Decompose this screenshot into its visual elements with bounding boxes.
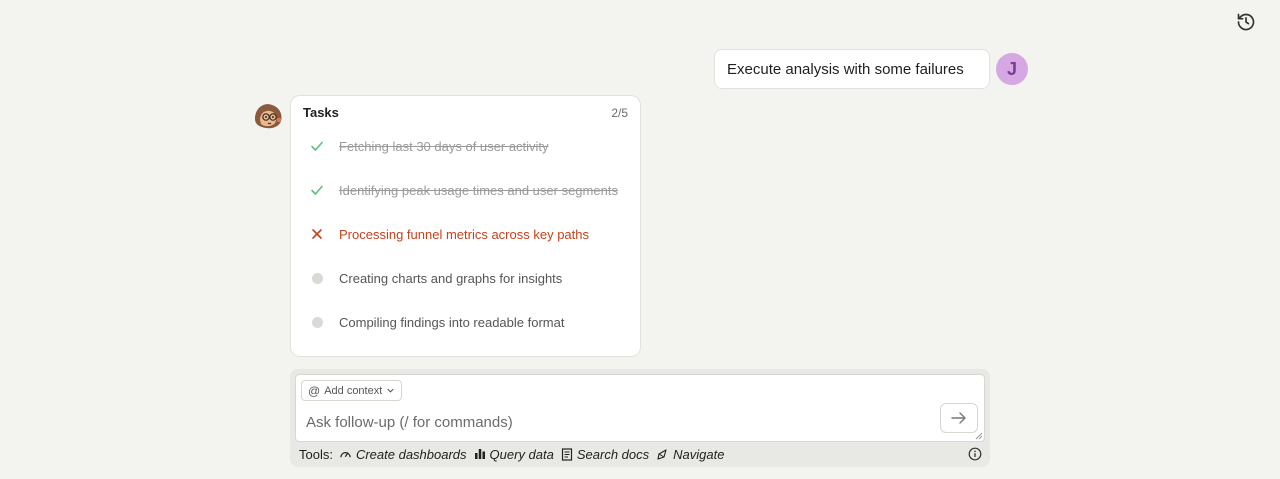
task-label: Fetching last 30 days of user activity — [339, 138, 549, 154]
tool-navigate[interactable]: Navigate — [656, 447, 724, 462]
tool-label: Search docs — [576, 446, 650, 462]
user-avatar: J — [996, 53, 1028, 85]
tool-query-data[interactable]: Query data — [474, 447, 554, 462]
add-context-button[interactable]: @ Add context — [301, 380, 403, 401]
user-message-text: Execute analysis with some failures — [727, 60, 964, 78]
user-message: Execute analysis with some failures — [714, 49, 990, 89]
task-label: Creating charts and graphs for insights — [339, 270, 563, 286]
send-button[interactable] — [940, 403, 978, 433]
task-label: Processing funnel metrics across key pat… — [339, 226, 589, 242]
task-label: Compiling findings into readable format — [339, 314, 565, 330]
composer-box: @ Add context — [295, 374, 985, 442]
tools-bar: Tools: Create dashboards Query data Sear… — [299, 445, 982, 463]
tasks-count: 2/5 — [611, 105, 628, 120]
info-icon — [968, 447, 982, 461]
tools-label: Tools: — [299, 446, 333, 462]
task-item: Processing funnel metrics across key pat… — [303, 222, 636, 246]
add-context-label: Add context — [324, 384, 383, 397]
bar-chart-icon — [474, 449, 485, 459]
tasks-header: Tasks 2/5 — [303, 105, 628, 120]
task-label: Identifying peak usage times and user se… — [339, 182, 618, 198]
tool-label: Create dashboards — [355, 446, 467, 462]
tool-create-dashboards[interactable]: Create dashboards — [339, 447, 467, 462]
check-icon — [303, 136, 331, 156]
follow-up-input[interactable] — [306, 411, 926, 433]
resize-grip-icon[interactable] — [974, 431, 983, 440]
tool-search-docs[interactable]: Search docs — [561, 447, 649, 462]
at-icon: @ — [308, 383, 321, 398]
history-button[interactable] — [1234, 10, 1258, 34]
dot-icon — [303, 268, 331, 288]
tasks-title: Tasks — [303, 105, 339, 120]
tool-label: Navigate — [673, 446, 725, 462]
arrow-right-icon — [951, 412, 966, 424]
tool-label: Query data — [489, 446, 554, 462]
info-button[interactable] — [968, 447, 982, 464]
chevron-down-icon — [387, 388, 394, 393]
task-item: Compiling findings into readable format — [303, 310, 636, 334]
task-item: Fetching last 30 days of user activity — [303, 134, 636, 158]
compass-icon — [657, 448, 667, 460]
task-item: Identifying peak usage times and user se… — [303, 178, 636, 202]
dot-icon — [303, 312, 331, 332]
document-icon — [561, 447, 572, 461]
history-icon — [1237, 13, 1255, 31]
x-icon — [303, 224, 331, 244]
task-item: Creating charts and graphs for insights — [303, 266, 636, 290]
composer: @ Add context Tools: Create dashboards Q… — [290, 369, 990, 467]
tasks-card: Tasks 2/5 Fetching last 30 days of user … — [290, 95, 641, 357]
check-icon — [303, 180, 331, 200]
assistant-avatar — [252, 99, 284, 131]
hedgehog-avatar-icon — [252, 99, 284, 131]
dashboard-icon — [340, 451, 351, 457]
